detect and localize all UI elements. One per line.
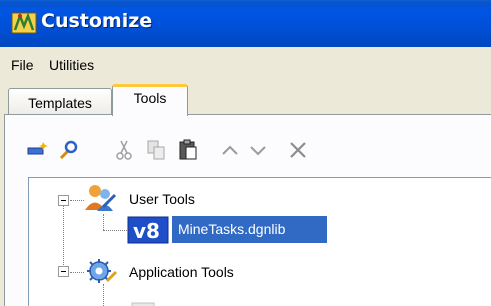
move-down-icon[interactable] [246,138,270,162]
tools-toolbar [20,138,380,164]
properties-wrench-icon[interactable] [56,138,80,162]
tree-connector [103,230,127,231]
menu-file[interactable]: File [11,57,34,73]
user-tools-icon [83,183,119,216]
svg-text:v8: v8 [133,219,160,243]
partial-child-icon [130,296,158,306]
tab-templates[interactable]: Templates [8,88,112,116]
tab-strip: Templates Tools [0,84,491,116]
tree-node-application-tools[interactable]: Application Tools [129,264,234,280]
tree-node-user-tools[interactable]: User Tools [129,191,195,207]
tree-connector [103,214,104,230]
cut-icon[interactable] [112,138,136,162]
tree-connector [70,200,84,201]
delete-icon[interactable] [286,138,310,162]
collapse-user-tools-button[interactable] [58,195,69,206]
window-title: Customize [41,10,153,32]
application-tools-gear-icon [85,257,119,288]
collapse-application-tools-button[interactable] [58,266,69,277]
customize-app-icon [11,10,37,36]
v8-dgnlib-icon: v8 [127,216,169,247]
tree-connector [63,203,64,273]
paste-icon[interactable] [176,138,200,162]
tab-tools[interactable]: Tools [112,84,188,116]
tree-node-minetasks-dgnlib[interactable]: MineTasks.dgnlib [172,216,327,243]
tree-connector [70,272,84,273]
new-toolbox-icon[interactable] [26,138,50,162]
menu-bar: File Utilities [0,47,491,84]
copy-icon[interactable] [144,138,168,162]
menu-utilities[interactable]: Utilities [49,57,94,73]
title-bar[interactable]: Customize [0,0,491,47]
move-up-icon[interactable] [218,138,242,162]
